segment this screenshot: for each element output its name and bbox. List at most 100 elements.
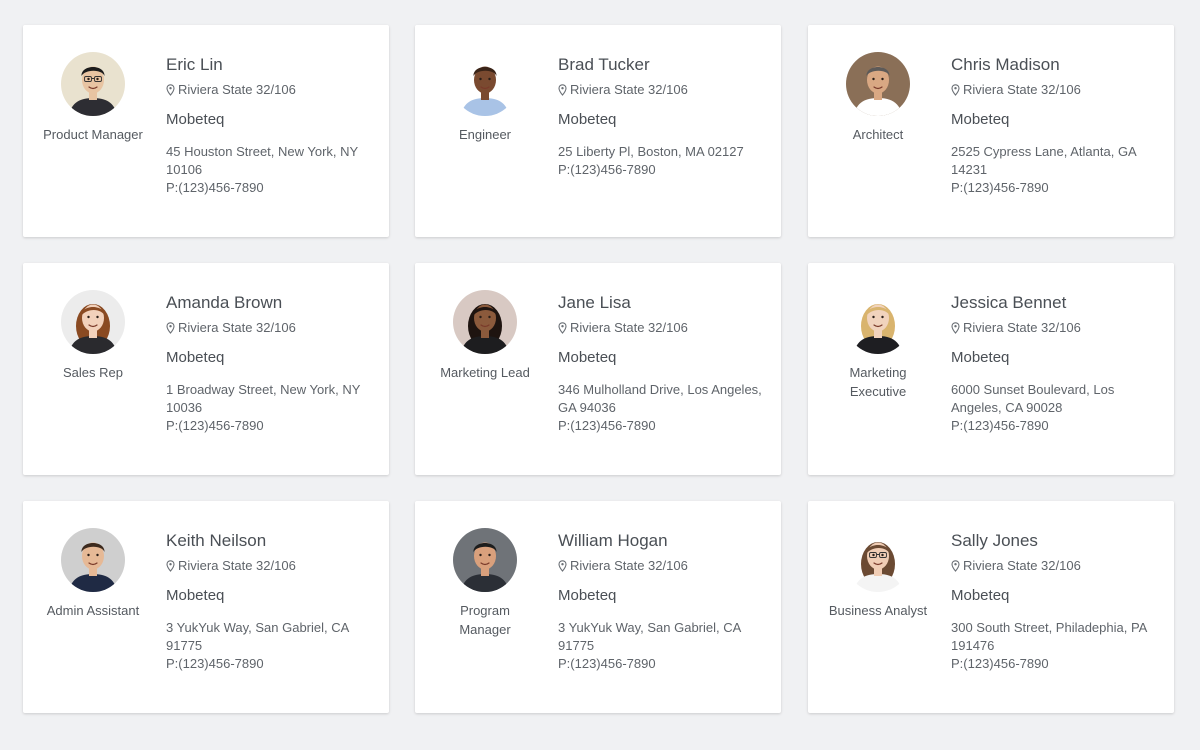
employee-card[interactable]: Sales Rep Amanda Brown Riviera State 32/…: [23, 263, 389, 475]
employee-name: Eric Lin: [166, 55, 223, 74]
employee-role: Program Manager: [459, 603, 511, 637]
employee-role: Architect: [852, 127, 904, 142]
employee-info: Amanda Brown Riviera State 32/106 Mobete…: [166, 292, 376, 435]
employee-card[interactable]: Program Manager William Hogan Riviera St…: [415, 501, 781, 713]
location-text: Riviera State 32/106: [963, 558, 1081, 573]
company-name: Mobeteq: [166, 349, 225, 366]
employee-address: 2525 Cypress Lane, Atlanta, GA 14231: [951, 144, 1137, 177]
employee-phone: P:(123)456-7890: [951, 180, 1049, 195]
location-text: Riviera State 32/106: [570, 320, 688, 335]
employee-address: 3 YukYuk Way, San Gabriel, CA 91775: [558, 620, 741, 653]
employee-name: William Hogan: [558, 531, 668, 550]
employee-address: 3 YukYuk Way, San Gabriel, CA 91775: [166, 620, 349, 653]
avatar: [453, 528, 517, 592]
employee-location: Riviera State 32/106: [558, 320, 768, 336]
location-text: Riviera State 32/106: [178, 320, 296, 335]
employee-location: Riviera State 32/106: [558, 82, 768, 98]
man-photo: [453, 528, 517, 592]
employee-card[interactable]: Engineer Brad Tucker Riviera State 32/10…: [415, 25, 781, 237]
company-name: Mobeteq: [558, 587, 617, 604]
employee-card[interactable]: Architect Chris Madison Riviera State 32…: [808, 25, 1174, 237]
location-pin-icon: [558, 560, 567, 572]
employee-phone: P:(123)456-7890: [166, 180, 264, 195]
woman-photo: [453, 290, 517, 354]
location-pin-icon: [558, 322, 567, 334]
employee-name: Jessica Bennet: [951, 293, 1067, 312]
employee-card[interactable]: Marketing Executive Jessica Bennet Rivie…: [808, 263, 1174, 475]
employee-address: 346 Mulholland Drive, Los Angeles, GA 94…: [558, 382, 762, 415]
location-pin-icon: [166, 560, 175, 572]
employee-location: Riviera State 32/106: [166, 320, 376, 336]
employee-location: Riviera State 32/106: [166, 558, 376, 574]
employee-card[interactable]: Marketing Lead Jane Lisa Riviera State 3…: [415, 263, 781, 475]
avatar: [846, 528, 910, 592]
employee-location: Riviera State 32/106: [951, 320, 1161, 336]
employee-info: Jessica Bennet Riviera State 32/106 Mobe…: [951, 292, 1161, 435]
employee-info: William Hogan Riviera State 32/106 Mobet…: [558, 530, 768, 673]
employee-name: Chris Madison: [951, 55, 1060, 74]
employee-phone: P:(123)456-7890: [951, 656, 1049, 671]
employee-location: Riviera State 32/106: [951, 82, 1161, 98]
employee-address: 300 South Street, Philadephia, PA 191476: [951, 620, 1147, 653]
location-text: Riviera State 32/106: [570, 558, 688, 573]
employee-phone: P:(123)456-7890: [951, 418, 1049, 433]
employee-card[interactable]: Product Manager Eric Lin Riviera State 3…: [23, 25, 389, 237]
company-name: Mobeteq: [166, 587, 225, 604]
employee-location: Riviera State 32/106: [558, 558, 768, 574]
employee-role: Engineer: [458, 127, 512, 142]
employee-phone: P:(123)456-7890: [558, 162, 656, 177]
employee-info: Chris Madison Riviera State 32/106 Mobet…: [951, 54, 1161, 197]
avatar: [453, 290, 517, 354]
employee-name: Brad Tucker: [558, 55, 650, 74]
man-photo: [453, 52, 517, 116]
location-pin-icon: [951, 560, 960, 572]
company-name: Mobeteq: [951, 587, 1010, 604]
employee-address: 6000 Sunset Boulevard, Los Angeles, CA 9…: [951, 382, 1115, 415]
woman-glasses-photo: [846, 528, 910, 592]
company-name: Mobeteq: [951, 349, 1010, 366]
location-text: Riviera State 32/106: [963, 320, 1081, 335]
woman-photo: [61, 290, 125, 354]
employee-role: Product Manager: [43, 127, 143, 142]
avatar: [846, 52, 910, 116]
employee-role: Marketing Lead: [440, 365, 530, 380]
employee-card[interactable]: Business Analyst Sally Jones Riviera Sta…: [808, 501, 1174, 713]
location-text: Riviera State 32/106: [178, 82, 296, 97]
employee-phone: P:(123)456-7890: [166, 418, 264, 433]
location-text: Riviera State 32/106: [570, 82, 688, 97]
employee-info: Sally Jones Riviera State 32/106 Mobeteq…: [951, 530, 1161, 673]
employee-name: Keith Neilson: [166, 531, 267, 550]
avatar: [61, 52, 125, 116]
employee-role: Marketing Executive: [849, 365, 907, 399]
employee-role: Business Analyst: [828, 603, 928, 618]
avatar: [61, 528, 125, 592]
employee-info: Brad Tucker Riviera State 32/106 Mobeteq…: [558, 54, 768, 179]
location-pin-icon: [951, 84, 960, 96]
employee-role: Sales Rep: [63, 365, 123, 380]
employee-phone: P:(123)456-7890: [558, 418, 656, 433]
man-photo: [846, 52, 910, 116]
location-pin-icon: [951, 322, 960, 334]
avatar: [453, 52, 517, 116]
company-name: Mobeteq: [166, 111, 225, 128]
employee-name: Sally Jones: [951, 531, 1038, 550]
employee-info: Eric Lin Riviera State 32/106 Mobeteq 45…: [166, 54, 376, 197]
company-name: Mobeteq: [558, 349, 617, 366]
employee-card[interactable]: Admin Assistant Keith Neilson Riviera St…: [23, 501, 389, 713]
location-pin-icon: [166, 322, 175, 334]
employee-phone: P:(123)456-7890: [166, 656, 264, 671]
employee-address: 1 Broadway Street, New York, NY 10036: [166, 382, 361, 415]
location-text: Riviera State 32/106: [963, 82, 1081, 97]
company-name: Mobeteq: [951, 111, 1010, 128]
woman-photo: [846, 290, 910, 354]
employee-card-grid: Product Manager Eric Lin Riviera State 3…: [0, 0, 1200, 750]
location-pin-icon: [558, 84, 567, 96]
employee-name: Amanda Brown: [166, 293, 283, 312]
location-pin-icon: [166, 84, 175, 96]
employee-role: Admin Assistant: [46, 603, 140, 618]
location-text: Riviera State 32/106: [178, 558, 296, 573]
employee-info: Keith Neilson Riviera State 32/106 Mobet…: [166, 530, 376, 673]
company-name: Mobeteq: [558, 111, 617, 128]
employee-address: 45 Houston Street, New York, NY 10106: [166, 144, 358, 177]
avatar: [61, 290, 125, 354]
